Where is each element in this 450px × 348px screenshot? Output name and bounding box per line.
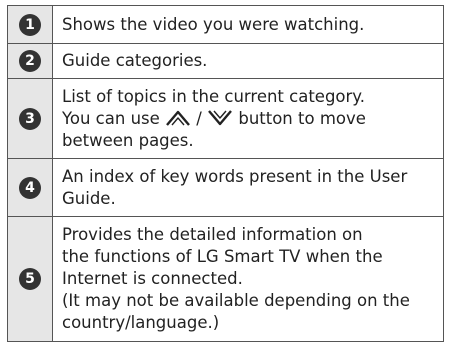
description-line: country/language.) (62, 313, 220, 332)
legend-number-cell: 4 (7, 158, 53, 217)
description-line: Internet is connected. (62, 269, 243, 288)
number-badge-1: 1 (19, 13, 41, 36)
up-arrow-icon (166, 110, 190, 126)
description-line: An index of key words present in the Use… (62, 166, 408, 186)
legend-description: List of topics in the current category. … (52, 78, 444, 159)
number-badge-2: 2 (19, 50, 41, 72)
legend-table: 1 Shows the video you were watching. 2 G… (7, 5, 444, 342)
description-line: (It may not be available depending on th… (62, 291, 410, 310)
legend-description: Provides the detailed information on the… (52, 216, 444, 342)
legend-row: 1 Shows the video you were watching. (7, 5, 444, 44)
legend-number-cell: 2 (7, 43, 53, 79)
legend-row: 5 Provides the detailed information on t… (7, 216, 444, 342)
description-line: Shows the video you were watching. (62, 14, 365, 34)
number-badge-5: 5 (19, 268, 41, 290)
description-line: Guide categories. (62, 51, 208, 70)
legend-number-cell: 5 (7, 216, 53, 342)
legend-row: 4 An index of key words present in the U… (7, 158, 444, 217)
legend-number-cell: 3 (7, 78, 53, 159)
legend-description: Guide categories. (52, 43, 444, 79)
description-line: You can use / button to move (62, 108, 437, 130)
description-text: You can use (62, 108, 160, 128)
legend-row: 3 List of topics in the current category… (7, 78, 444, 159)
description-text: button to move (238, 108, 366, 128)
legend-row: 2 Guide categories. (7, 43, 444, 79)
legend-description: Shows the video you were watching. (52, 5, 444, 44)
legend-number-cell: 1 (7, 5, 53, 44)
description-line: the functions of LG Smart TV when the (62, 247, 383, 266)
description-line: between pages. (62, 130, 194, 150)
number-badge-4: 4 (19, 176, 41, 199)
description-line: List of topics in the current category. (62, 86, 365, 106)
separator-slash: / (196, 108, 202, 128)
down-arrow-icon (208, 109, 233, 125)
description-line: Guide. (62, 188, 116, 208)
legend-description: An index of key words present in the Use… (52, 158, 444, 217)
number-badge-3: 3 (19, 107, 41, 130)
description-line: Provides the detailed information on (62, 225, 363, 244)
